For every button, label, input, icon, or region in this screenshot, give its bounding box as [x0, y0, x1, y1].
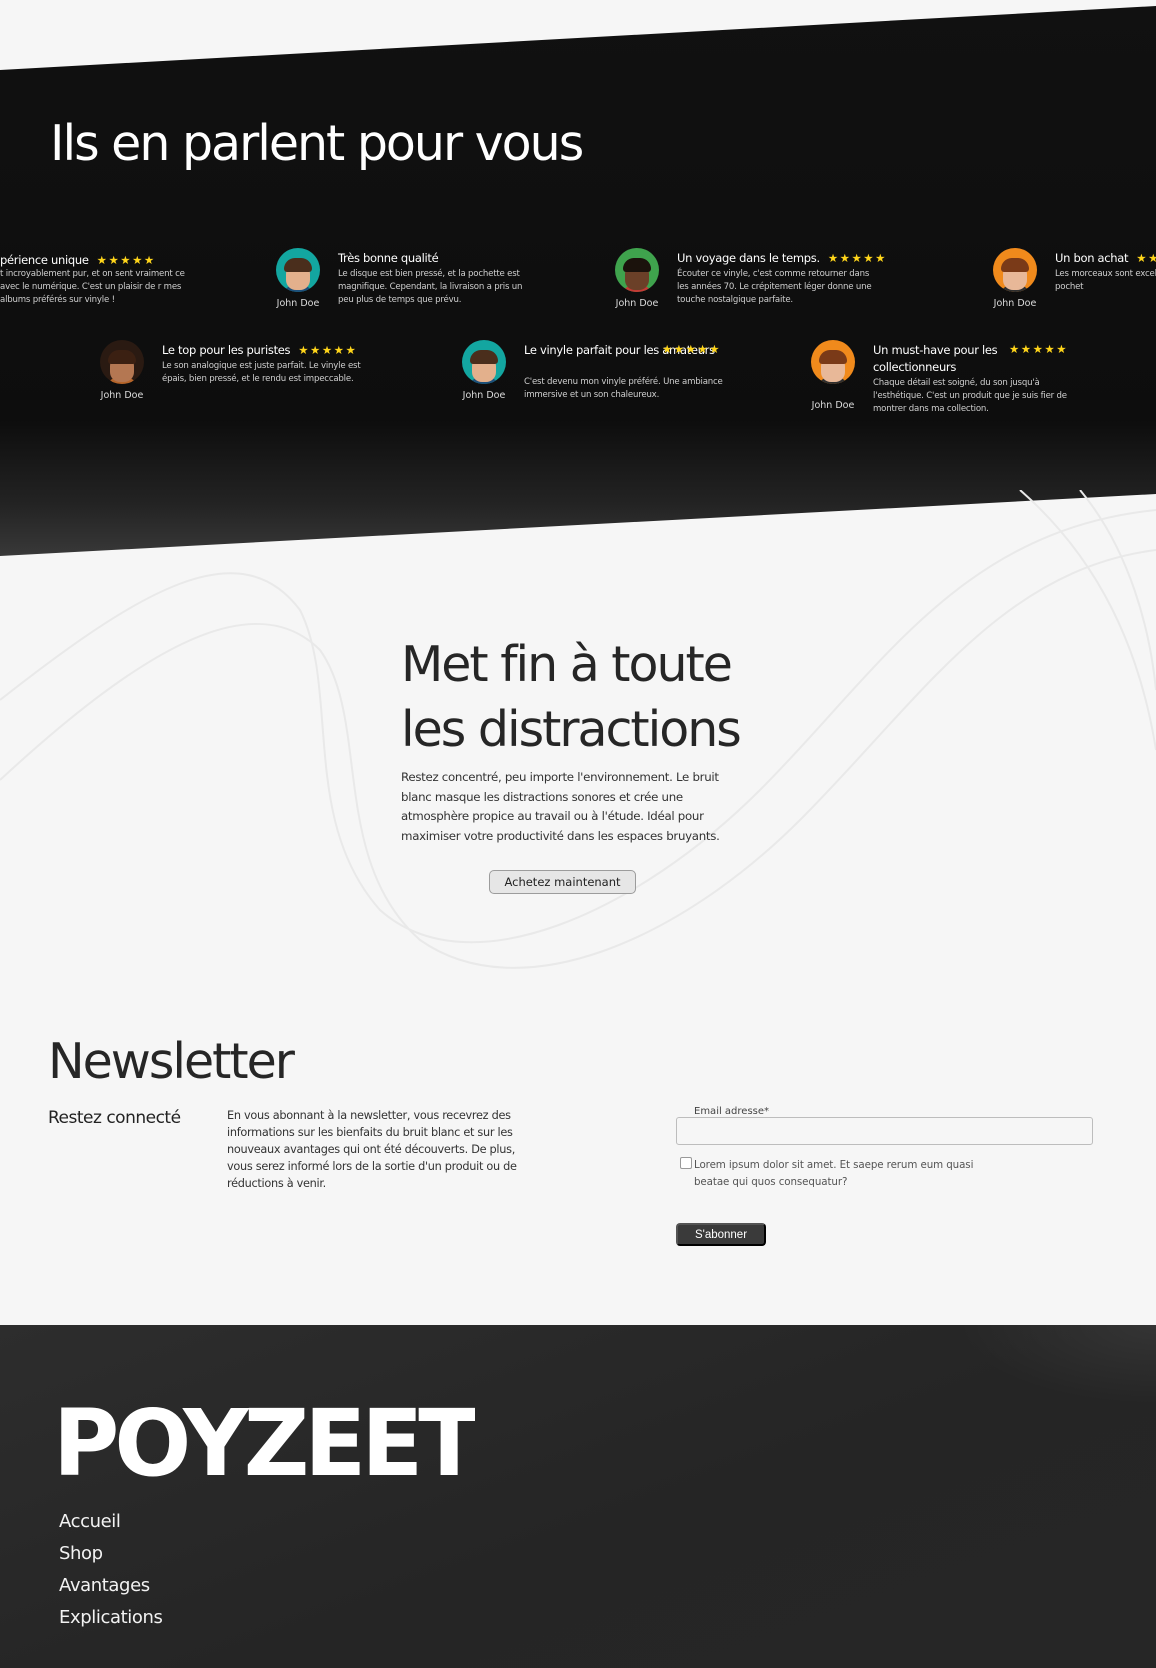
- consent-checkbox[interactable]: [680, 1157, 692, 1169]
- review-author: John Doe: [276, 298, 320, 309]
- review-author: John Doe: [993, 298, 1037, 309]
- testimonials-section: Ils en parlent pour vous périence unique…: [0, 6, 1156, 556]
- email-field[interactable]: [676, 1117, 1093, 1145]
- subscribe-button[interactable]: S'abonner: [676, 1223, 766, 1246]
- consent-label: Lorem ipsum dolor sit amet. Et saepe rer…: [694, 1159, 974, 1188]
- avatar: [100, 340, 144, 384]
- review-title: Un bon achat: [1055, 251, 1129, 265]
- footer: [0, 1325, 1156, 1668]
- review-author: John Doe: [811, 400, 855, 411]
- footer-link-shop[interactable]: Shop: [59, 1538, 162, 1570]
- review-title: Un must-have pour les collectionneurs: [873, 343, 998, 374]
- review-card: John Doe Un bon achat ★★★★★ Les morceaux …: [993, 248, 1156, 338]
- review-card: John Doe Un voyage dans le temps. ★★★★★ É…: [615, 248, 945, 338]
- review-text: Chaque détail est soigné, du son jusqu'à…: [873, 378, 1067, 414]
- review-text: Le disque est bien pressé, et la pochett…: [338, 269, 523, 305]
- star-rating: ★★★★★: [1136, 251, 1156, 265]
- review-text: t incroyablement pur, et on sent vraimen…: [0, 269, 185, 305]
- footer-link-avantages[interactable]: Avantages: [59, 1570, 162, 1602]
- review-title: Très bonne qualité: [338, 251, 439, 265]
- review-title: périence unique: [0, 253, 89, 267]
- newsletter-description: En vous abonnant à la newsletter, vous r…: [227, 1109, 517, 1190]
- hero-title-line2: les distractions: [401, 701, 742, 758]
- review-title: Le top pour les puristes: [162, 343, 291, 357]
- review-card: John Doe Un must-have pour les collectio…: [811, 340, 1141, 430]
- review-card: périence unique ★★★★★ t incroyablement pu…: [0, 250, 268, 340]
- poyzeet-logo[interactable]: POYZEET: [55, 1396, 475, 1484]
- avatar: [993, 248, 1037, 292]
- review-text: Le son analogique est juste parfait. Le …: [162, 361, 361, 384]
- review-author: John Doe: [462, 390, 506, 401]
- email-label: Email adresse*: [690, 1106, 774, 1117]
- star-rating: ★★★★★: [1009, 342, 1069, 356]
- logo-text: POYZEET: [55, 1396, 475, 1484]
- hero-description: Restez concentré, peu importe l'environn…: [401, 770, 720, 843]
- newsletter-title: Newsletter: [48, 1033, 295, 1090]
- page: Ils en parlent pour vous périence unique…: [0, 0, 1156, 1668]
- testimonials-title: Ils en parlent pour vous: [50, 115, 584, 172]
- review-card: John Doe Le vinyle parfait pour les amat…: [462, 340, 792, 430]
- review-card: John Doe Très bonne qualité Le disque es…: [276, 248, 606, 338]
- review-author: John Doe: [100, 390, 144, 401]
- review-text: Les morceaux sont excelle d'impression d…: [1055, 269, 1156, 292]
- review-text: Écouter ce vinyle, c'est comme retourner…: [677, 269, 872, 305]
- star-rating: ★★★★★: [96, 253, 156, 267]
- review-title: Un voyage dans le temps.: [677, 251, 820, 265]
- avatar: [276, 248, 320, 292]
- buy-now-button[interactable]: Achetez maintenant: [489, 870, 636, 894]
- footer-link-accueil[interactable]: Accueil: [59, 1506, 162, 1538]
- avatar: [811, 340, 855, 384]
- star-rating: ★★★★★: [827, 251, 887, 265]
- footer-link-explications[interactable]: Explications: [59, 1602, 163, 1634]
- hero-title: Met fin à toute les distractions: [401, 632, 801, 762]
- star-rating: ★★★★★: [662, 342, 722, 356]
- review-text: C'est devenu mon vinyle préféré. Une amb…: [524, 377, 723, 400]
- avatar: [462, 340, 506, 384]
- hero-title-line1: Met fin à toute: [401, 636, 733, 693]
- star-rating: ★★★★★: [298, 343, 358, 357]
- newsletter-subtitle: Restez connecté: [48, 1108, 181, 1128]
- avatar: [615, 248, 659, 292]
- review-author: John Doe: [615, 298, 659, 309]
- review-card: John Doe Le top pour les puristes ★★★★★ L…: [100, 340, 430, 430]
- footer-nav: Accueil Shop Avantages Explications: [59, 1506, 163, 1634]
